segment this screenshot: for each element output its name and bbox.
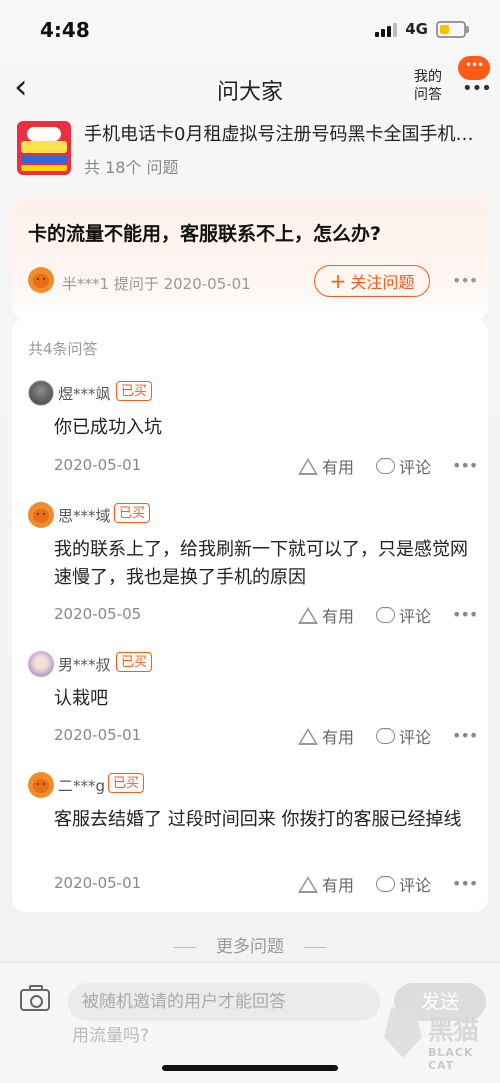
asker-avatar (28, 267, 54, 293)
answer-meta: 2020-05-01 有用 评论 ••• (12, 870, 488, 898)
question-count: 共 18个 问题 (84, 158, 179, 177)
answer-more-icon[interactable]: ••• (452, 726, 478, 745)
comment-label: 评论 (399, 876, 432, 895)
watermark-en: BLACK CAT (428, 1046, 474, 1072)
status-time: 4:48 (40, 18, 90, 42)
asker-info: 半***1 提问于 2020-05-01 (62, 273, 251, 294)
thumb-up-icon (298, 606, 318, 624)
status-bar: 4:48 4G (0, 0, 500, 60)
more-menu-button[interactable] (458, 56, 490, 80)
comment-icon (376, 870, 395, 892)
asked-date: 提问于 2020-05-01 (113, 275, 251, 293)
answer-user: 二***g (58, 777, 106, 795)
message-bubble-icon (458, 56, 490, 80)
comment-label: 评论 (399, 728, 432, 747)
comment-button[interactable]: 评论 (376, 452, 432, 478)
useful-label: 有用 (322, 728, 355, 747)
answer-text: 认栽吧 (54, 688, 108, 709)
comment-button[interactable]: 评论 (376, 870, 432, 896)
bought-badge: 已买 (108, 773, 145, 793)
comment-label: 评论 (399, 607, 432, 626)
bought-badge: 已买 (116, 381, 153, 401)
signal-icon (375, 21, 398, 37)
product-name: 手机电话卡0月租虚拟号注册号码黑卡全国手机靓号 (84, 124, 474, 145)
bought-badge: 已买 (116, 652, 153, 672)
answers-total: 共4条问答 (28, 340, 98, 358)
avatar (28, 502, 54, 528)
answers-card: 共4条问答 煜***飒 已买 你已成功入坑 2020-05-01 有用 评论 •… (12, 318, 488, 912)
comment-icon (376, 722, 395, 744)
answer-date: 2020-05-01 (54, 874, 142, 892)
battery-icon (436, 20, 469, 38)
more-questions-label: 更多问题 (216, 937, 284, 957)
useful-button[interactable]: 有用 (298, 724, 354, 748)
useful-label: 有用 (322, 607, 355, 626)
answer-date: 2020-05-01 (54, 456, 142, 474)
follow-label: 关注问题 (350, 273, 415, 292)
black-cat-watermark: 黑猫 BLACK CAT (384, 1002, 494, 1078)
answer-date: 2020-05-01 (54, 726, 142, 744)
useful-button[interactable]: 有用 (298, 454, 354, 478)
home-indicator[interactable] (162, 1065, 338, 1071)
answer-meta: 2020-05-05 有用 评论 ••• (12, 601, 488, 629)
thumb-up-icon (298, 727, 318, 745)
obscured-text: 用流量吗? (72, 1026, 150, 1046)
answer-date: 2020-05-05 (54, 605, 142, 623)
answer-meta: 2020-05-01 有用 评论 ••• (12, 452, 488, 480)
answer-text: 客服去结婚了 过段时间回来 你拨打的客服已经掉线 (54, 809, 462, 830)
answer-more-icon[interactable]: ••• (452, 456, 478, 475)
more-questions-link[interactable]: 更多问题 (0, 932, 500, 957)
answer-user: 男***叔 (58, 656, 111, 674)
thumb-up-icon (298, 875, 318, 893)
answer-more-icon[interactable]: ••• (452, 874, 478, 893)
status-icons: 4G (375, 20, 469, 38)
answer-user: 思***域 (58, 507, 111, 525)
thumb-up-icon (298, 457, 318, 475)
plus-icon: + (329, 269, 347, 293)
question-more-icon[interactable]: ••• (452, 271, 478, 290)
comment-icon (376, 601, 395, 623)
cat-logo-icon (384, 1006, 422, 1058)
follow-question-button[interactable]: + 关注问题 (314, 265, 430, 297)
asker-name: 半***1 (62, 275, 110, 293)
comment-button[interactable]: 评论 (376, 722, 432, 748)
bought-badge: 已买 (114, 503, 151, 523)
answer-input[interactable]: 被随机邀请的用户才能回答 (68, 983, 380, 1021)
useful-label: 有用 (322, 876, 355, 895)
useful-button[interactable]: 有用 (298, 603, 354, 627)
avatar (28, 651, 54, 677)
answer-user: 煜***飒 (58, 385, 111, 403)
question-card: 卡的流量不能用，客服联系不上，怎么办? 半***1 提问于 2020-05-01… (12, 195, 488, 320)
answer-more-icon[interactable]: ••• (452, 605, 478, 624)
question-text: 卡的流量不能用，客服联系不上，怎么办? (28, 223, 382, 245)
comment-icon (376, 452, 395, 474)
product-header[interactable]: 手机电话卡0月租虚拟号注册号码黑卡全国手机靓号 共 18个 问题 (0, 116, 500, 186)
answer-text: 你已成功入坑 (54, 417, 162, 438)
watermark-zh: 黑猫 (428, 1016, 479, 1046)
more-dots-icon[interactable]: ••• (462, 78, 492, 99)
my-answers-button[interactable]: 我的 问答 (406, 68, 450, 104)
comment-button[interactable]: 评论 (376, 601, 432, 627)
useful-button[interactable]: 有用 (298, 872, 354, 896)
answer-text: 我的联系上了，给我刷新一下就可以了，只是感觉网速慢了，我也是换了手机的原因 (54, 539, 468, 588)
nav-bar: ‹ 问大家 我的 问答 ••• (0, 56, 500, 116)
camera-icon[interactable] (20, 985, 50, 1011)
answer-meta: 2020-05-01 有用 评论 ••• (12, 722, 488, 750)
avatar (28, 380, 54, 406)
useful-label: 有用 (322, 458, 355, 477)
avatar (28, 772, 54, 798)
network-type: 4G (405, 20, 428, 38)
comment-label: 评论 (399, 458, 432, 477)
product-thumbnail (17, 121, 71, 175)
